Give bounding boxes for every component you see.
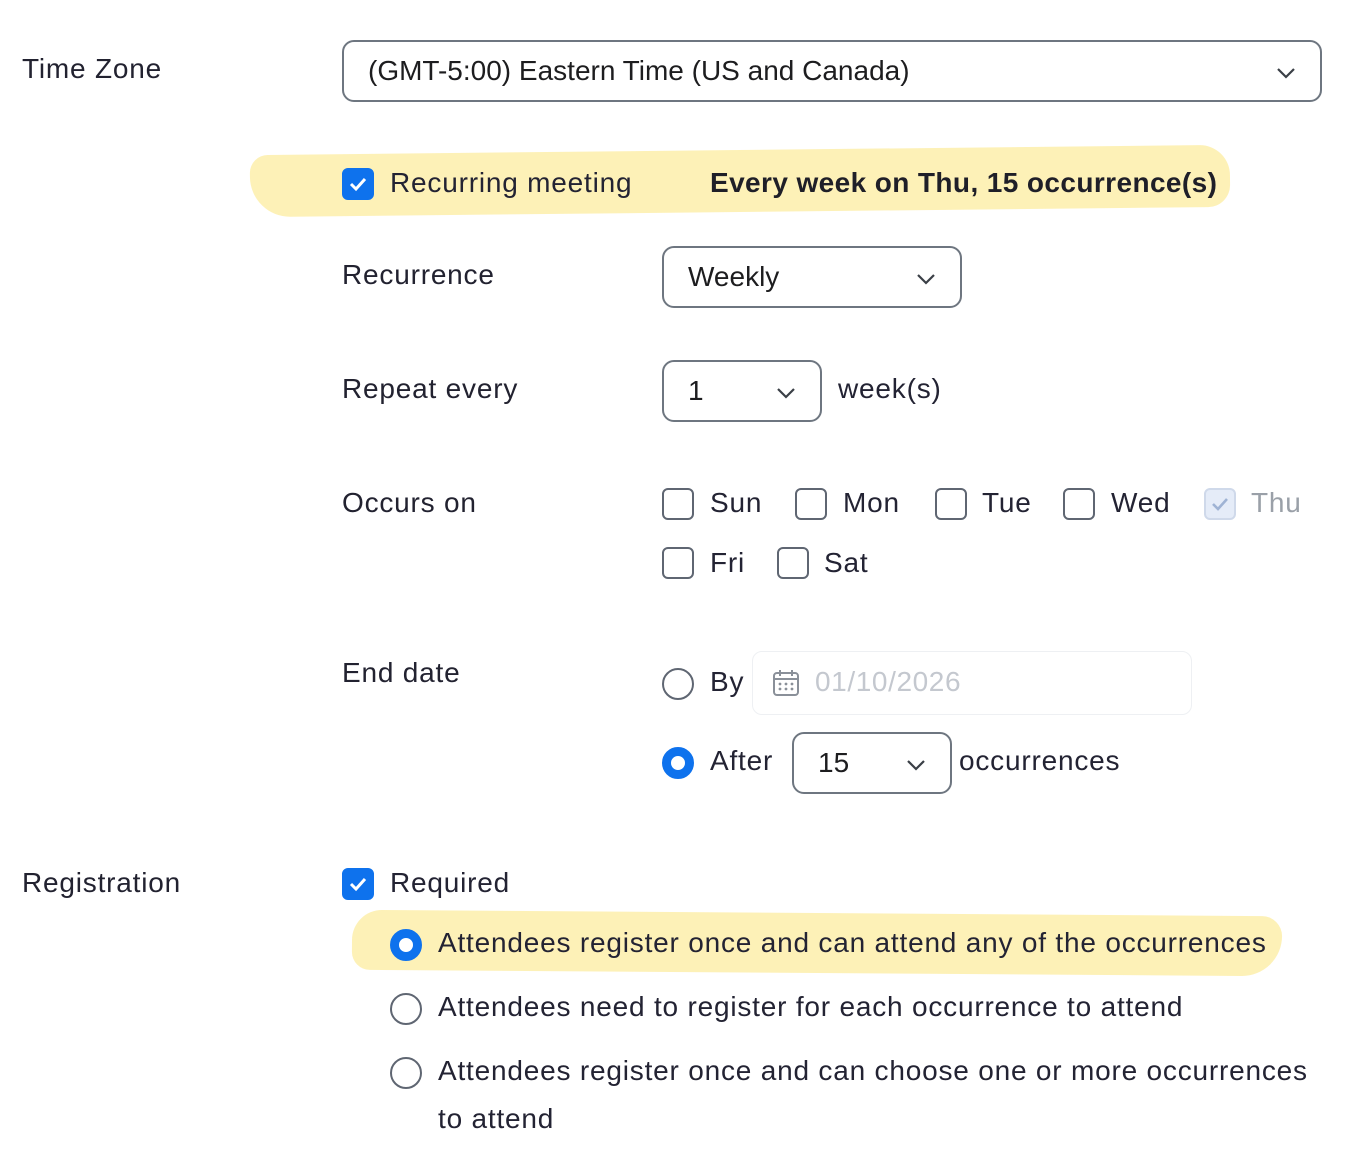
chevron-down-icon [917,274,935,285]
registration-option-choose-label-line2: to attend [438,1103,555,1134]
registration-option-once-any-label: Attendees register once and can attend a… [438,927,1267,958]
day-label-tue: Tue [982,487,1032,518]
end-date-after-label: After [710,745,774,776]
day-checkbox-sun[interactable] [662,488,694,520]
day-label-sat: Sat [824,547,869,578]
end-date-after-select[interactable]: 15 [792,732,952,794]
repeat-every-label: Repeat every [342,373,519,404]
day-checkbox-mon[interactable] [795,488,827,520]
occurs-on-label: Occurs on [342,487,477,518]
registration-label: Registration [22,867,182,898]
end-date-after-radio[interactable] [662,747,694,779]
check-icon [1212,498,1228,511]
registration-option-each-radio[interactable] [390,993,422,1025]
day-checkbox-fri[interactable] [662,547,694,579]
calendar-icon [773,670,799,696]
recurrence-label: Recurrence [342,259,495,290]
recurrence-summary: Every week on Thu, 15 occurrence(s) [710,167,1218,198]
repeat-every-select[interactable]: 1 [662,360,822,422]
registration-required-label: Required [390,867,511,898]
day-checkbox-thu [1204,488,1236,520]
day-checkbox-sat[interactable] [777,547,809,579]
time-zone-label: Time Zone [22,53,162,84]
registration-option-once-any-radio[interactable] [390,929,422,961]
end-date-after-unit: occurrences [959,745,1121,776]
chevron-down-icon [777,388,795,399]
chevron-down-icon [907,760,925,771]
day-label-wed: Wed [1111,487,1171,518]
recurring-meeting-checkbox[interactable] [342,168,374,200]
day-label-fri: Fri [710,547,746,578]
end-date-label: End date [342,657,461,688]
check-icon [349,177,367,192]
registration-option-each-label: Attendees need to register for each occu… [438,991,1184,1022]
check-icon [349,877,367,892]
day-checkbox-wed[interactable] [1063,488,1095,520]
end-date-by-date: 01/10/2026 [815,666,962,697]
end-date-by-label: By [710,666,745,697]
day-checkbox-tue[interactable] [935,488,967,520]
end-date-after-value: 15 [818,747,850,778]
end-date-by-input: 01/10/2026 [752,651,1192,715]
repeat-every-unit: week(s) [838,373,942,404]
day-label-thu: Thu [1251,487,1302,518]
recurrence-select[interactable]: Weekly [662,246,962,308]
day-label-mon: Mon [843,487,900,518]
day-label-sun: Sun [710,487,763,518]
registration-option-choose-label: Attendees register once and can choose o… [438,1055,1308,1086]
end-date-by-radio[interactable] [662,668,694,700]
time-zone-select[interactable]: (GMT-5:00) Eastern Time (US and Canada) [342,40,1322,102]
registration-option-choose-radio[interactable] [390,1057,422,1089]
time-zone-value: (GMT-5:00) Eastern Time (US and Canada) [368,55,910,86]
registration-required-checkbox[interactable] [342,868,374,900]
chevron-down-icon [1277,68,1295,79]
recurring-meeting-label: Recurring meeting [390,167,633,198]
repeat-every-value: 1 [688,375,704,406]
